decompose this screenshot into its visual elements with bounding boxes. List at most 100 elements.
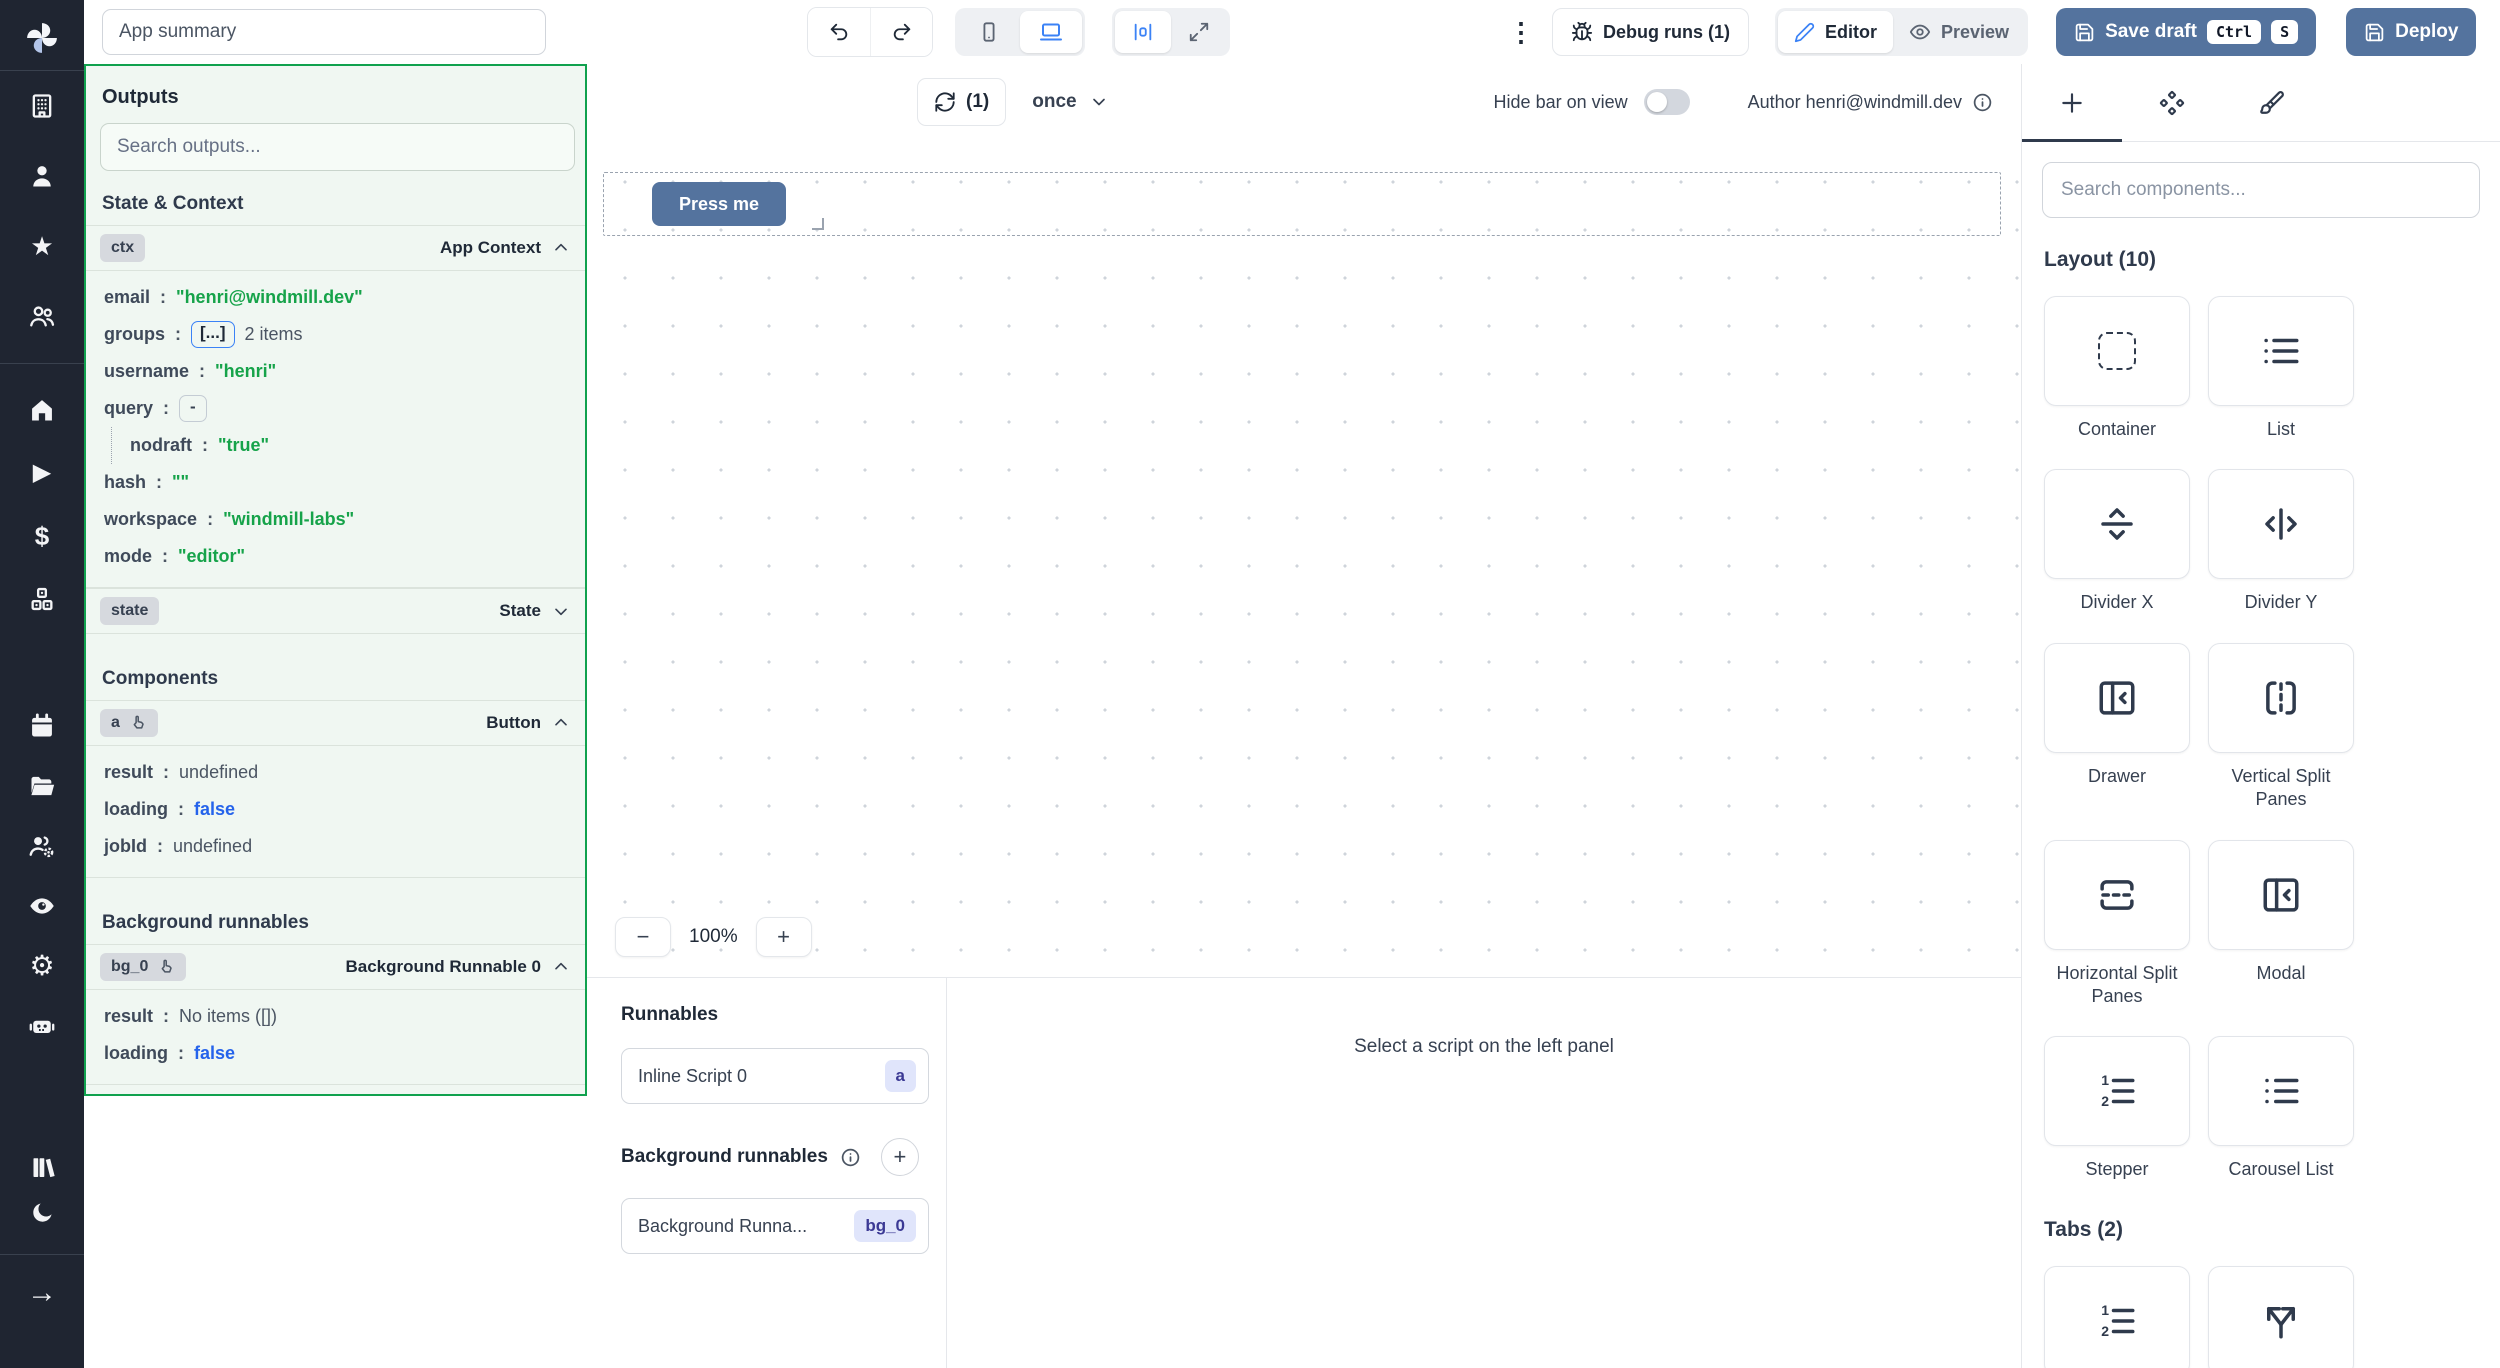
chevron-up-icon [551, 713, 571, 733]
output-value: "henri" [215, 361, 276, 382]
sidebar-item-variables[interactable]: $ [0, 504, 84, 567]
layout-components-grid: Container List Divider X Divider Y Drawe… [2044, 296, 2500, 1182]
resize-handle[interactable] [812, 218, 824, 230]
component-card-list[interactable]: List [2208, 296, 2354, 441]
component-card-container[interactable]: Container [2044, 296, 2190, 441]
tab-insert-component[interactable] [2022, 64, 2122, 141]
output-row: nodraft:"true" [130, 427, 585, 464]
center-content-button[interactable] [1115, 11, 1171, 53]
component-a-body: result:undefined loading:false jobId:und… [86, 746, 585, 878]
output-row: result:undefined [104, 754, 585, 791]
list-ordered-icon: 12 [2096, 1300, 2138, 1342]
sidebar-item-resources[interactable] [0, 567, 84, 630]
selected-component-outline[interactable]: Press me [603, 172, 2001, 236]
deploy-label: Deploy [2395, 21, 2458, 43]
split-icon [2260, 1300, 2302, 1342]
component-card-vertical-split[interactable]: Vertical Split Panes [2208, 643, 2354, 812]
nested-rows: nodraft:"true" [111, 427, 585, 464]
sidebar-item-workspace[interactable] [0, 71, 84, 141]
preview-label: Preview [1941, 22, 2009, 43]
gear-icon: ⚙ [29, 952, 54, 980]
sidebar-item-dark-mode[interactable] [0, 1190, 84, 1236]
save-draft-button[interactable]: Save draft Ctrl S [2056, 8, 2316, 56]
state-header[interactable]: state State [86, 588, 585, 634]
component-card-divider-x[interactable]: Divider X [2044, 469, 2190, 614]
sidebar-item-workers[interactable] [0, 816, 84, 876]
add-background-runnable-button[interactable]: + [881, 1138, 919, 1176]
sidebar-item-home[interactable] [0, 378, 84, 441]
divider-y-icon [2260, 503, 2302, 545]
sidebar-item-ai[interactable] [0, 996, 84, 1056]
state-badge: state [100, 597, 159, 625]
tab-preview[interactable]: Preview [1893, 11, 2025, 53]
runnable-item-inline-script[interactable]: Inline Script 0 a [621, 1048, 929, 1104]
expand-array-pill[interactable]: [...] [191, 321, 235, 347]
app-summary-input[interactable] [102, 9, 546, 55]
outputs-panel: Outputs State & Context ctx App Context … [84, 64, 587, 1096]
debug-runs-button[interactable]: Debug runs (1) [1552, 8, 1749, 56]
design-canvas[interactable]: Press me − 100% + [587, 140, 2021, 977]
refresh-mode-select[interactable]: once [1032, 91, 1108, 113]
sidebar-item-schedules[interactable] [0, 696, 84, 756]
ctx-body: email:"henri@windmill.dev" groups:[...]2… [86, 271, 585, 588]
sidebar-item-folders[interactable] [0, 756, 84, 816]
tab-component-settings[interactable] [2122, 64, 2222, 141]
hide-bar-toggle[interactable] [1644, 89, 1690, 115]
runnable-item-background[interactable]: Background Runna... bg_0 [621, 1198, 929, 1254]
sidebar-item-groups[interactable] [0, 281, 84, 351]
script-editor-placeholder: Select a script on the left panel [947, 978, 2021, 1368]
press-me-button[interactable]: Press me [652, 182, 786, 226]
top-toolbar: ⋮ Debug runs (1) Editor Preview Save dra… [84, 0, 2500, 64]
sidebar-item-settings[interactable]: ⚙ [0, 936, 84, 996]
zoom-out-button[interactable]: − [615, 917, 671, 957]
sidebar-item-audit-logs[interactable] [0, 876, 84, 936]
zoom-in-button[interactable]: + [756, 917, 812, 957]
search-components-input[interactable] [2042, 162, 2480, 218]
desktop-view-button[interactable] [1020, 11, 1082, 53]
component-card-conditional-tabs[interactable] [2208, 1266, 2354, 1368]
sidebar-item-docs[interactable] [0, 1144, 84, 1190]
redo-button[interactable] [870, 8, 932, 56]
output-row: loading:false [104, 791, 585, 828]
search-outputs-input[interactable] [100, 123, 575, 171]
component-card-stepper[interactable]: 12Stepper [2044, 1036, 2190, 1181]
ctx-badge: ctx [100, 234, 145, 262]
component-card-drawer[interactable]: Drawer [2044, 643, 2190, 812]
tab-theme[interactable] [2222, 64, 2322, 141]
star-icon: ★ [30, 233, 53, 259]
runnables-list: Runnables Inline Script 0 a Background r… [587, 978, 947, 1368]
zoom-level: 100% [689, 926, 738, 948]
sidebar-item-user[interactable] [0, 141, 84, 211]
sidebar-collapse-toggle[interactable]: → [0, 1263, 84, 1323]
refresh-button[interactable]: (1) [917, 78, 1006, 126]
zoom-controls: − 100% + [615, 917, 812, 957]
component-card-divider-y[interactable]: Divider Y [2208, 469, 2354, 614]
more-options-button[interactable]: ⋮ [1508, 19, 1534, 45]
component-a-header[interactable]: a Button [86, 700, 585, 746]
tab-editor[interactable]: Editor [1778, 11, 1893, 53]
undo-button[interactable] [808, 8, 870, 56]
collapse-object-pill[interactable]: - [179, 395, 207, 421]
sidebar-item-runs[interactable]: ▶ [0, 441, 84, 504]
output-key: nodraft [130, 435, 192, 456]
full-width-button[interactable] [1171, 11, 1227, 53]
components-heading: Components [102, 668, 585, 690]
windmill-logo[interactable] [23, 6, 61, 70]
component-card-carousel-list[interactable]: Carousel List [2208, 1036, 2354, 1181]
mobile-view-button[interactable] [958, 11, 1020, 53]
undo-redo-group [807, 7, 933, 57]
carousel-list-icon [2260, 1070, 2302, 1112]
drawer-icon [2096, 677, 2138, 719]
component-card-horizontal-split[interactable]: Horizontal Split Panes [2044, 840, 2190, 1009]
bg0-header[interactable]: bg_0 Background Runnable 0 [86, 944, 585, 990]
component-card-tabs[interactable]: 12 [2044, 1266, 2190, 1368]
deploy-button[interactable]: Deploy [2346, 8, 2476, 56]
runnable-badge: a [885, 1060, 916, 1092]
output-value: "" [172, 472, 189, 493]
ctx-header[interactable]: ctx App Context [86, 225, 585, 271]
sidebar-item-favorites[interactable]: ★ [0, 211, 84, 281]
output-key: jobId [104, 836, 147, 857]
component-card-modal[interactable]: Modal [2208, 840, 2354, 1009]
editor-label: Editor [1825, 22, 1877, 43]
user-icon [28, 162, 56, 190]
